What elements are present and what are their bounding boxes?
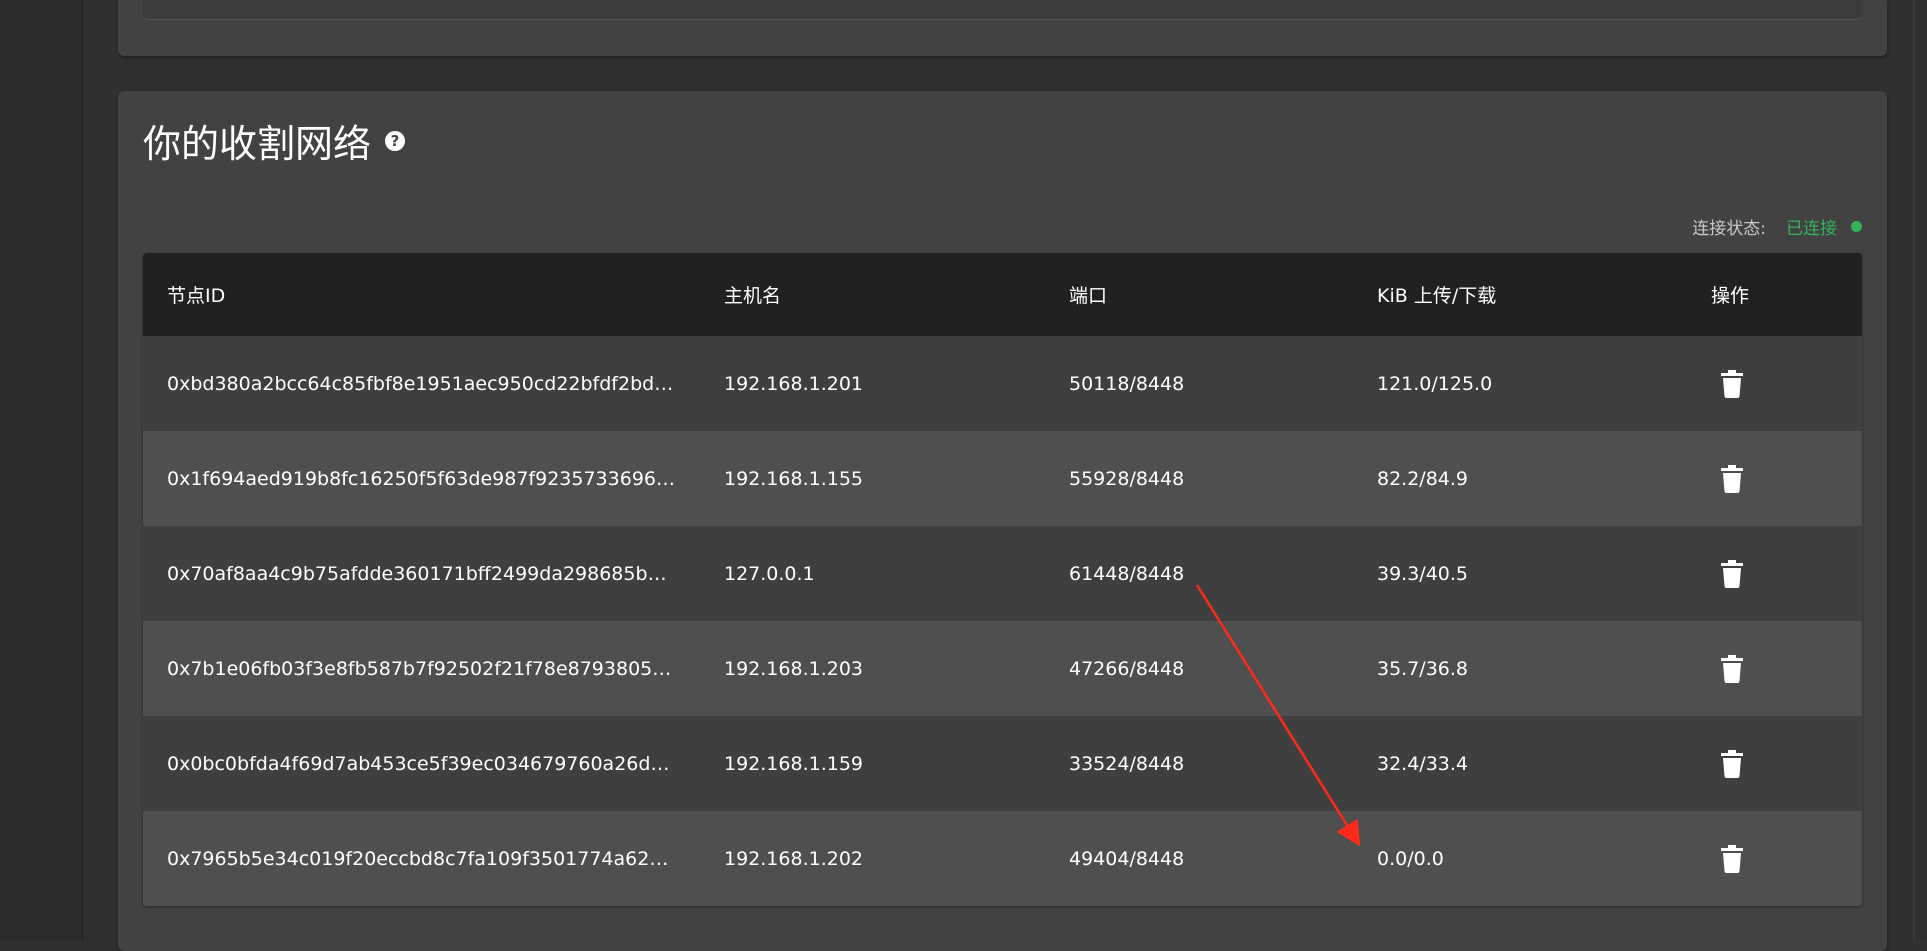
trash-icon[interactable] <box>1721 845 1743 873</box>
traffic-cell: 32.4/33.4 <box>1377 752 1469 775</box>
table-header: 节点ID 主机名 端口 KiB 上传/下载 操作 <box>143 253 1862 336</box>
traffic-cell: 82.2/84.9 <box>1377 467 1469 490</box>
hostname-cell: 127.0.0.1 <box>724 562 815 585</box>
connection-status-dot-icon <box>1851 221 1862 232</box>
table-row: 0x7b1e06fb03f3e8fb587b7f92502f21f78e8793… <box>143 621 1862 716</box>
scrollbar-edge <box>1913 0 1915 940</box>
port-cell: 50118/8448 <box>1069 372 1185 395</box>
previous-card <box>118 0 1887 56</box>
help-icon[interactable]: ? <box>385 130 406 151</box>
table-row: 0x7965b5e34c019f20eccbd8c7fa109f3501774a… <box>143 811 1862 906</box>
hostname-cell: 192.168.1.159 <box>724 752 864 775</box>
table-row: 0x0bc0bfda4f69d7ab453ce5f39ec034679760a2… <box>143 716 1862 811</box>
table-row: 0x70af8aa4c9b75afdde360171bff2499da29868… <box>143 526 1862 621</box>
section-title-text: 你的收割网络 <box>143 122 372 166</box>
port-cell: 33524/8448 <box>1069 752 1185 775</box>
table-row: 0xbd380a2bcc64c85fbf8e1951aec950cd22bfdf… <box>143 336 1862 431</box>
connection-status: 连接状态: 已连接 <box>1692 214 1862 239</box>
node-id-cell: 0x0bc0bfda4f69d7ab453ce5f39ec034679760a2… <box>167 752 670 775</box>
column-header-actions: 操作 <box>1711 285 1750 307</box>
node-id-cell: 0x1f694aed919b8fc16250f5f63de987f9235733… <box>167 467 675 490</box>
hostname-cell: 192.168.1.201 <box>724 372 864 395</box>
column-header-traffic[interactable]: KiB 上传/下载 <box>1377 281 1657 308</box>
traffic-cell: 0.0/0.0 <box>1377 847 1444 870</box>
left-sidebar <box>0 0 83 940</box>
port-cell: 61448/8448 <box>1069 562 1185 585</box>
hostname-cell: 192.168.1.202 <box>724 847 864 870</box>
harvest-network-card: 你的收割网络 ? 连接状态: 已连接 节点ID 主机名 端口 KiB 上传/下载… <box>118 91 1887 951</box>
trash-icon[interactable] <box>1721 370 1743 398</box>
trash-icon[interactable] <box>1721 750 1743 778</box>
section-title: 你的收割网络 ? <box>143 113 406 168</box>
traffic-cell: 121.0/125.0 <box>1377 372 1493 395</box>
peer-table: 节点ID 主机名 端口 KiB 上传/下载 操作 0xbd380a2bcc64c… <box>143 253 1862 906</box>
hostname-cell: 192.168.1.203 <box>724 657 864 680</box>
column-header-node-id[interactable]: 节点ID <box>167 281 677 308</box>
trash-icon[interactable] <box>1721 655 1743 683</box>
scrollbar-track[interactable] <box>1913 0 1927 940</box>
table-row: 0x1f694aed919b8fc16250f5f63de987f9235733… <box>143 431 1862 526</box>
port-cell: 55928/8448 <box>1069 467 1185 490</box>
previous-card-inner-panel <box>143 0 1862 20</box>
trash-icon[interactable] <box>1721 465 1743 493</box>
hostname-cell: 192.168.1.155 <box>724 467 864 490</box>
connection-status-value: 已连接 <box>1786 219 1837 239</box>
node-id-cell: 0x7b1e06fb03f3e8fb587b7f92502f21f78e8793… <box>167 657 672 680</box>
connection-status-label: 连接状态: <box>1692 219 1766 239</box>
traffic-cell: 35.7/36.8 <box>1377 657 1469 680</box>
port-cell: 49404/8448 <box>1069 847 1185 870</box>
node-id-cell: 0x70af8aa4c9b75afdde360171bff2499da29868… <box>167 562 677 585</box>
port-cell: 47266/8448 <box>1069 657 1185 680</box>
column-header-hostname[interactable]: 主机名 <box>724 281 1024 308</box>
table-body: 0xbd380a2bcc64c85fbf8e1951aec950cd22bfdf… <box>143 336 1862 906</box>
node-id-cell: 0x7965b5e34c019f20eccbd8c7fa109f3501774a… <box>167 847 669 870</box>
column-header-port[interactable]: 端口 <box>1069 281 1329 308</box>
node-id-cell: 0xbd380a2bcc64c85fbf8e1951aec950cd22bfdf… <box>167 372 674 395</box>
traffic-cell: 39.3/40.5 <box>1377 562 1469 585</box>
trash-icon[interactable] <box>1721 560 1743 588</box>
